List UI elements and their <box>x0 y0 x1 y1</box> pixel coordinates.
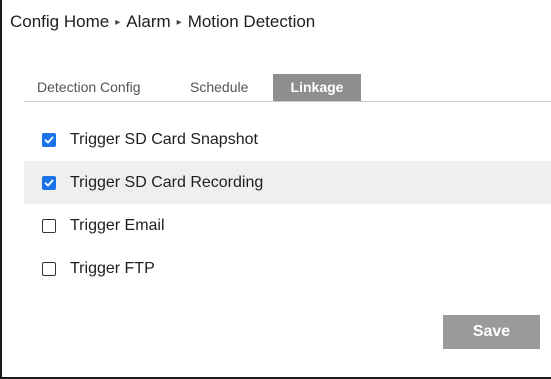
breadcrumb-alarm[interactable]: Alarm <box>126 12 170 32</box>
sd-card-recording-label: Trigger SD Card Recording <box>70 173 264 191</box>
option-sd-card-recording[interactable]: Trigger SD Card Recording <box>24 161 551 204</box>
tab-linkage[interactable]: Linkage <box>273 74 361 101</box>
tab-schedule[interactable]: Schedule <box>190 74 248 101</box>
breadcrumb: Config Home ▸ Alarm ▸ Motion Detection <box>10 12 315 32</box>
option-ftp[interactable]: Trigger FTP <box>24 247 551 290</box>
checkmark-icon <box>44 136 54 143</box>
checkmark-icon <box>44 179 54 186</box>
option-email[interactable]: Trigger Email <box>24 204 551 247</box>
breadcrumb-separator-icon: ▸ <box>115 16 121 28</box>
sd-card-snapshot-label: Trigger SD Card Snapshot <box>70 130 258 148</box>
ftp-checkbox[interactable] <box>42 261 56 276</box>
option-sd-card-snapshot[interactable]: Trigger SD Card Snapshot <box>24 118 551 161</box>
email-checkbox[interactable] <box>42 218 56 233</box>
email-label: Trigger Email <box>70 216 165 234</box>
page-frame: Config Home ▸ Alarm ▸ Motion Detection D… <box>0 0 551 379</box>
save-button[interactable]: Save <box>443 315 540 349</box>
sd-card-snapshot-checkbox[interactable] <box>42 132 56 147</box>
linkage-options: Trigger SD Card Snapshot Trigger SD Card… <box>24 118 551 290</box>
ftp-label: Trigger FTP <box>70 259 155 277</box>
breadcrumb-motion-detection: Motion Detection <box>187 12 316 31</box>
breadcrumb-separator-icon: ▸ <box>176 16 182 28</box>
sd-card-recording-checkbox[interactable] <box>42 175 56 190</box>
tab-detection-config[interactable]: Detection Config <box>37 74 141 101</box>
breadcrumb-config-home[interactable]: Config Home <box>10 12 109 32</box>
tab-bar: Detection Config Schedule Linkage <box>24 74 551 102</box>
